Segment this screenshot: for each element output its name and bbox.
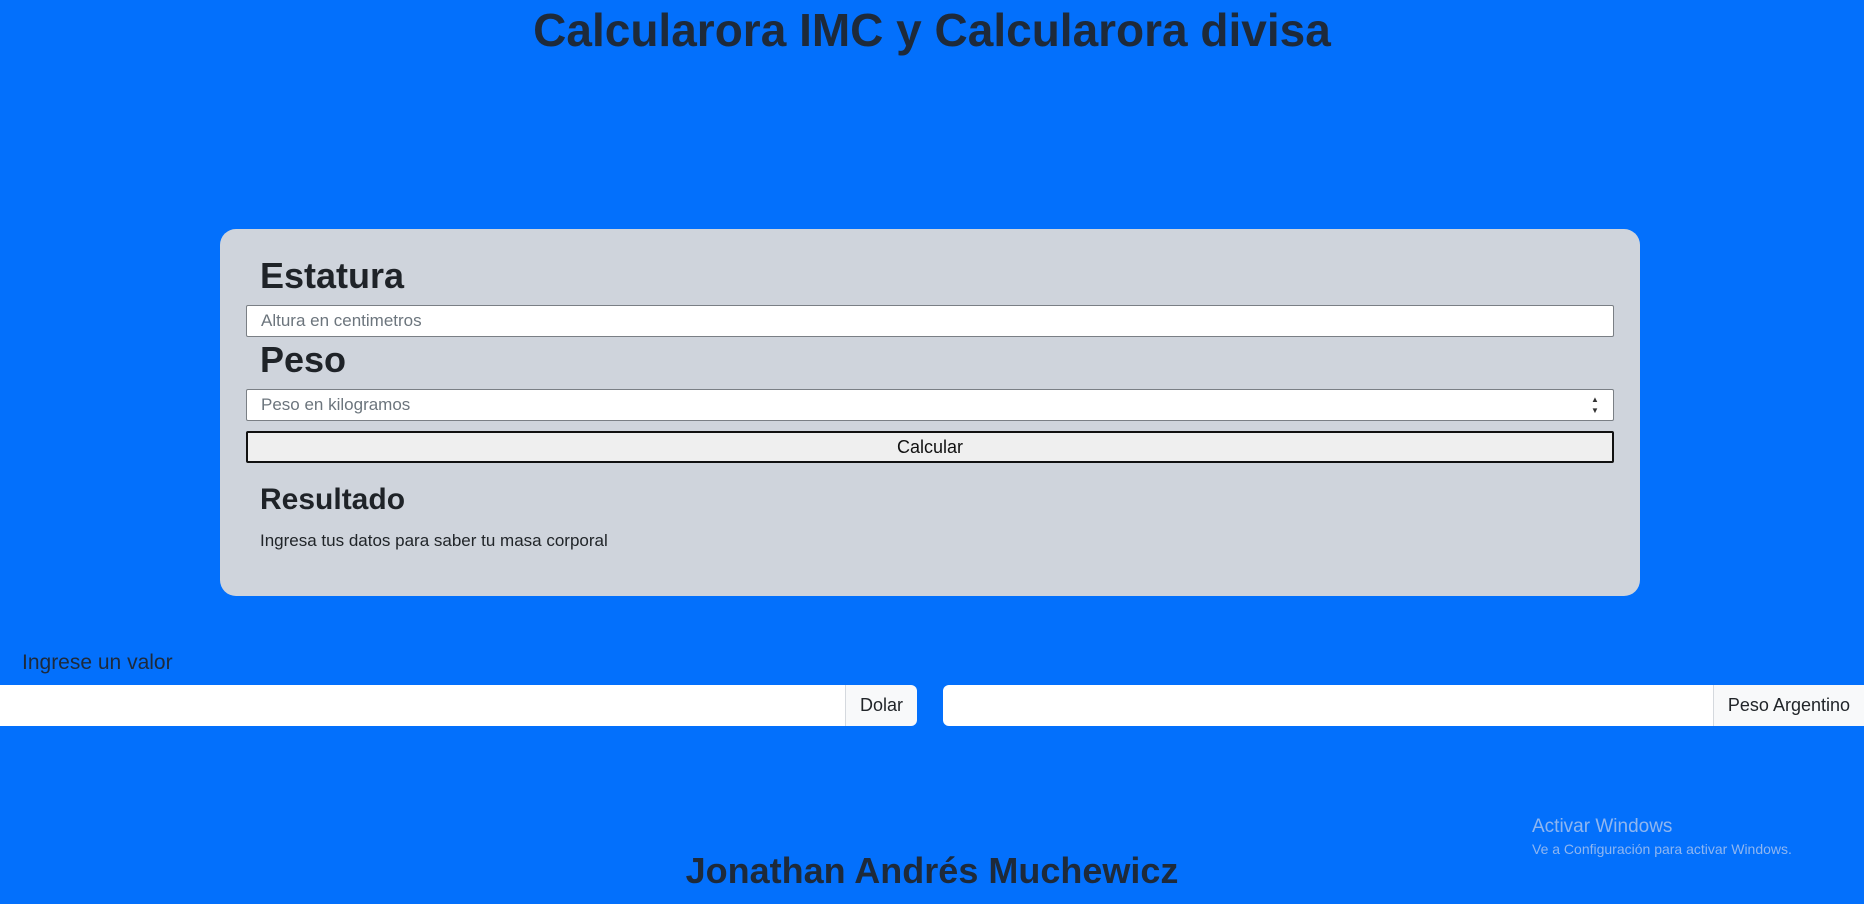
- currency-from-input[interactable]: [0, 685, 845, 726]
- weight-input-placeholder: Peso en kilogramos: [261, 395, 411, 414]
- height-label: Estatura: [260, 255, 405, 296]
- number-stepper[interactable]: ▲ ▼: [1589, 394, 1601, 416]
- weight-input[interactable]: Peso en kilogramos ▲ ▼: [246, 389, 1614, 421]
- imc-card: Estatura Altura en centimetros Peso Peso…: [220, 229, 1640, 596]
- height-input[interactable]: Altura en centimetros: [246, 305, 1614, 337]
- currency-to-addon: Peso Argentino: [1712, 685, 1864, 726]
- result-text: Ingresa tus datos para saber tu masa cor…: [260, 531, 608, 550]
- page-title: Calcularora IMC y Calcularora divisa: [533, 4, 1331, 56]
- result-title: Resultado: [260, 483, 406, 516]
- stepper-down-icon[interactable]: ▼: [1589, 405, 1601, 416]
- height-input-placeholder: Altura en centimetros: [261, 311, 422, 330]
- calculate-button[interactable]: Calcular: [246, 431, 1614, 463]
- weight-label: Peso: [260, 339, 347, 380]
- watermark-title: Activar Windows: [1532, 816, 1673, 837]
- footer-author: Jonathan Andrés Muchewicz: [685, 850, 1179, 891]
- currency-value-label: Ingrese un valor: [22, 651, 173, 674]
- currency-from-addon: Dolar: [844, 685, 917, 726]
- currency-to-input[interactable]: [943, 685, 1713, 726]
- currency-from-group: Dolar: [0, 685, 917, 726]
- currency-to-group: Peso Argentino: [943, 685, 1864, 726]
- page: Calcularora IMC y Calcularora divisa Est…: [0, 0, 1864, 904]
- stepper-up-icon[interactable]: ▲: [1589, 394, 1601, 405]
